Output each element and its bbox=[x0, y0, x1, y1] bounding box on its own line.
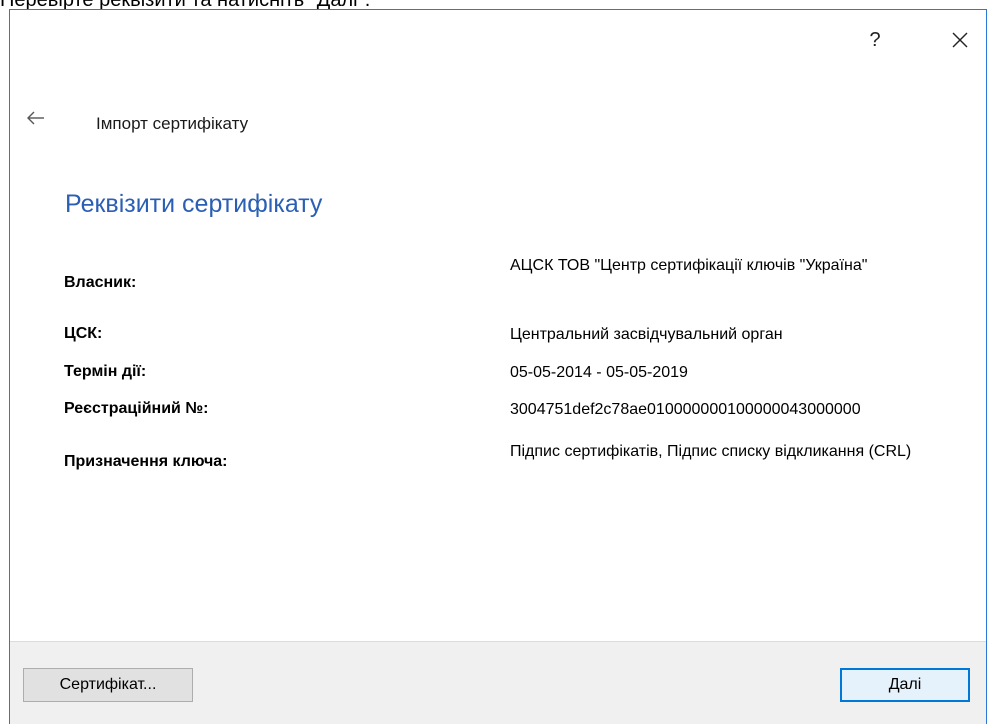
wizard-title: Імпорт сертифікату bbox=[96, 114, 249, 133]
help-icon: ? bbox=[869, 28, 881, 51]
page: Перевірте реквізити та натисніть "Далі".… bbox=[0, 0, 998, 724]
key-usage-label: Призначення ключа: bbox=[64, 453, 228, 470]
back-arrow-icon bbox=[27, 111, 44, 125]
validity-label: Термін дії: bbox=[64, 363, 147, 380]
close-button[interactable] bbox=[940, 20, 980, 60]
serial-number-label: Реєстраційний №: bbox=[64, 400, 209, 417]
close-icon bbox=[952, 32, 968, 48]
certificate-button[interactable]: Сертифікат... bbox=[23, 668, 193, 702]
help-button[interactable]: ? bbox=[855, 20, 895, 60]
certificate-import-dialog: ? Імпорт сертифікату Реквізити сертифіка… bbox=[9, 9, 987, 724]
owner-value: АЦСК ТОВ "Центр сертифікації ключів "Укр… bbox=[510, 257, 868, 274]
back-button[interactable] bbox=[24, 106, 48, 130]
validity-value: 05-05-2014 - 05-05-2019 bbox=[510, 364, 688, 381]
owner-label: Власник: bbox=[64, 274, 137, 291]
section-heading: Реквізити сертифікату bbox=[65, 190, 323, 218]
key-usage-value: Підпис сертифікатів, Підпис списку відкл… bbox=[510, 443, 912, 460]
serial-number-value: 3004751def2c78ae010000000100000043000000 bbox=[510, 401, 861, 418]
csk-label: ЦСК: bbox=[64, 325, 103, 342]
next-button[interactable]: Далі bbox=[840, 668, 970, 702]
csk-value: Центральний засвідчувальний орган bbox=[510, 326, 783, 343]
dialog-footer: Сертифікат... Далі bbox=[10, 641, 986, 724]
